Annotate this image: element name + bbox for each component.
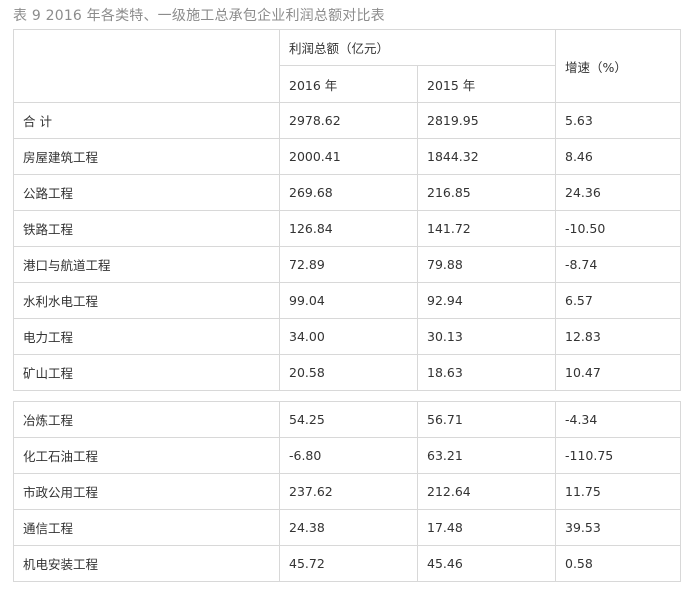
- growth-cell: 24.36: [555, 174, 681, 211]
- value-2016-cell: 54.25: [279, 401, 418, 438]
- value-2016-cell: 99.04: [279, 282, 418, 319]
- table-body-bottom: 冶炼工程 54.25 56.71 -4.34 化工石油工程 -6.80 63.21 -110.…: [13, 401, 681, 582]
- table-row: 机电安装工程 45.72 45.46 0.58: [13, 545, 681, 582]
- growth-cell: 10.47: [555, 354, 681, 391]
- header-row-1: 利润总额（亿元） 增速（%）: [13, 29, 681, 103]
- table-row: 化工石油工程 -6.80 63.21 -110.75: [13, 437, 681, 474]
- category-cell: 机电安装工程: [13, 545, 280, 582]
- category-cell: 冶炼工程: [13, 401, 280, 438]
- table-row: 电力工程 34.00 30.13 12.83: [13, 318, 681, 355]
- category-cell: 铁路工程: [13, 210, 280, 247]
- growth-cell: 11.75: [555, 473, 681, 510]
- value-2015-cell: 1844.32: [417, 138, 556, 175]
- growth-cell: -10.50: [555, 210, 681, 247]
- header-category-cell: [13, 29, 280, 103]
- table-row: 港口与航道工程 72.89 79.88 -8.74: [13, 246, 681, 283]
- table-row: 通信工程 24.38 17.48 39.53: [13, 509, 681, 546]
- growth-cell: 5.63: [555, 102, 681, 139]
- value-2016-cell: 24.38: [279, 509, 418, 546]
- table-row: 合 计 2978.62 2819.95 5.63: [13, 102, 681, 139]
- growth-cell: 6.57: [555, 282, 681, 319]
- value-2015-cell: 56.71: [417, 401, 556, 438]
- value-2015-cell: 63.21: [417, 437, 556, 474]
- value-2016-cell: 269.68: [279, 174, 418, 211]
- table-row: 市政公用工程 237.62 212.64 11.75: [13, 473, 681, 510]
- value-2015-cell: 79.88: [417, 246, 556, 283]
- category-cell: 公路工程: [13, 174, 280, 211]
- value-2015-cell: 17.48: [417, 509, 556, 546]
- category-cell: 化工石油工程: [13, 437, 280, 474]
- category-cell: 水利水电工程: [13, 282, 280, 319]
- header-2016-cell: 2016 年: [279, 65, 418, 103]
- category-cell: 电力工程: [13, 318, 280, 355]
- growth-cell: -4.34: [555, 401, 681, 438]
- header-2015-cell: 2015 年: [417, 65, 556, 103]
- value-2016-cell: 72.89: [279, 246, 418, 283]
- value-2016-cell: 45.72: [279, 545, 418, 582]
- value-2015-cell: 216.85: [417, 174, 556, 211]
- value-2015-cell: 212.64: [417, 473, 556, 510]
- category-cell: 合 计: [13, 102, 280, 139]
- table-row: 房屋建筑工程 2000.41 1844.32 8.46: [13, 138, 681, 175]
- growth-cell: 12.83: [555, 318, 681, 355]
- category-cell: 通信工程: [13, 509, 280, 546]
- value-2015-cell: 92.94: [417, 282, 556, 319]
- growth-cell: 0.58: [555, 545, 681, 582]
- value-2016-cell: 237.62: [279, 473, 418, 510]
- header-profit-cell: 利润总额（亿元）: [279, 29, 556, 66]
- growth-cell: 8.46: [555, 138, 681, 175]
- table-row: 水利水电工程 99.04 92.94 6.57: [13, 282, 681, 319]
- table-row: 冶炼工程 54.25 56.71 -4.34: [13, 401, 681, 438]
- value-2015-cell: 18.63: [417, 354, 556, 391]
- table-row: 公路工程 269.68 216.85 24.36: [13, 174, 681, 211]
- growth-cell: -110.75: [555, 437, 681, 474]
- category-cell: 房屋建筑工程: [13, 138, 280, 175]
- table-row: 铁路工程 126.84 141.72 -10.50: [13, 210, 681, 247]
- value-2015-cell: 141.72: [417, 210, 556, 247]
- table-caption: 表 9 2016 年各类特、一级施工总承包企业利润总额对比表: [13, 8, 385, 24]
- growth-cell: -8.74: [555, 246, 681, 283]
- value-2016-cell: 34.00: [279, 318, 418, 355]
- table-body-top: 合 计 2978.62 2819.95 5.63 房屋建筑工程 2000.41 1844.3…: [13, 102, 681, 391]
- value-2015-cell: 30.13: [417, 318, 556, 355]
- category-cell: 矿山工程: [13, 354, 280, 391]
- value-2015-cell: 2819.95: [417, 102, 556, 139]
- growth-cell: 39.53: [555, 509, 681, 546]
- value-2016-cell: 126.84: [279, 210, 418, 247]
- profit-table-top: 利润总额（亿元） 增速（%） 2016 年 2015 年 合 计 2978.62 2…: [13, 29, 681, 391]
- value-2016-cell: 20.58: [279, 354, 418, 391]
- header-growth-cell: 增速（%）: [555, 29, 681, 103]
- category-cell: 港口与航道工程: [13, 246, 280, 283]
- profit-table-bottom: 冶炼工程 54.25 56.71 -4.34 化工石油工程 -6.80 63.21 -110.…: [13, 401, 681, 582]
- category-cell: 市政公用工程: [13, 473, 280, 510]
- value-2015-cell: 45.46: [417, 545, 556, 582]
- value-2016-cell: 2000.41: [279, 138, 418, 175]
- value-2016-cell: -6.80: [279, 437, 418, 474]
- value-2016-cell: 2978.62: [279, 102, 418, 139]
- table-row: 矿山工程 20.58 18.63 10.47: [13, 354, 681, 391]
